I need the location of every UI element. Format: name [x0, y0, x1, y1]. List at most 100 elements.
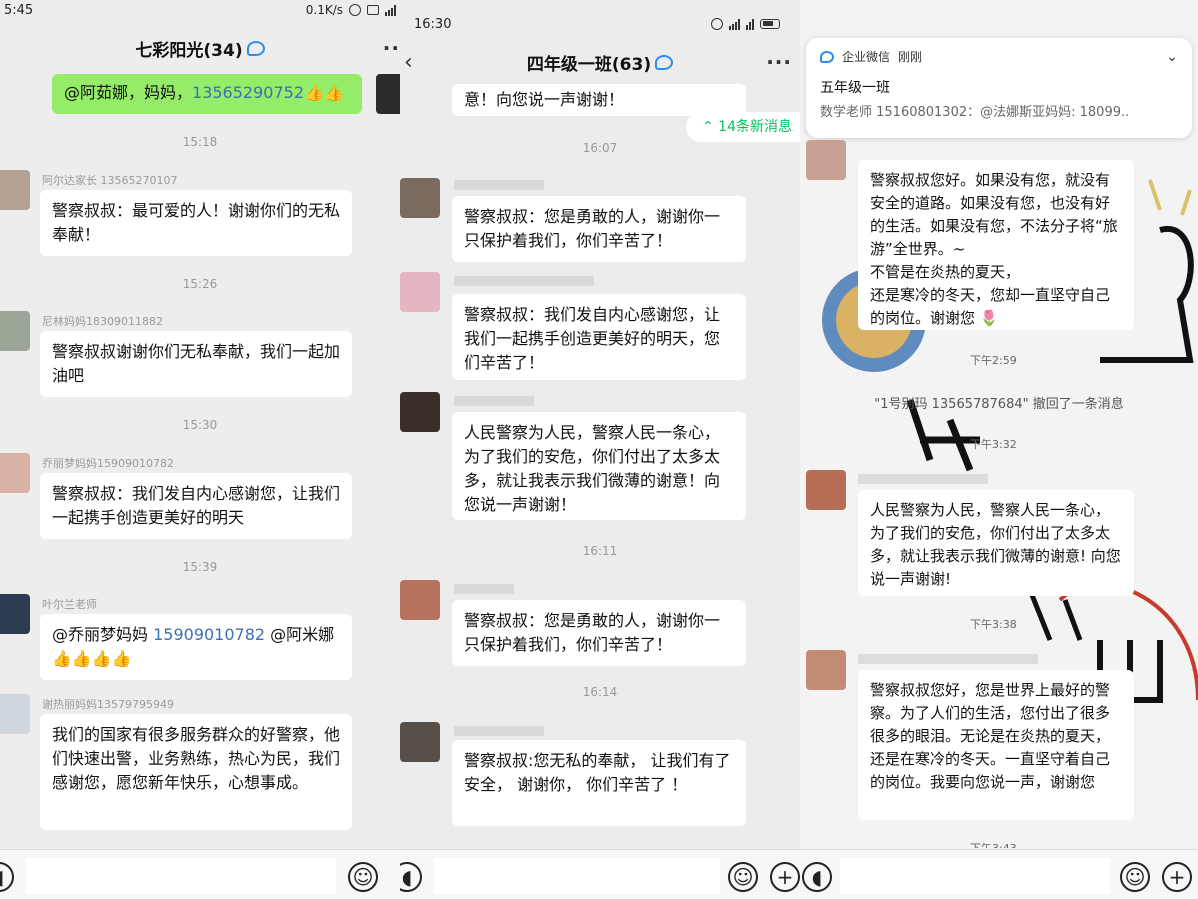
new-messages-button[interactable]: ⌃ 14条新消息: [685, 112, 800, 142]
chat-title: 七彩阳光(34): [135, 40, 243, 61]
back-icon[interactable]: ‹: [404, 50, 413, 75]
sender-name-redacted: [858, 474, 988, 484]
message-input[interactable]: [434, 858, 720, 894]
avatar[interactable]: [0, 311, 30, 351]
sender-name-redacted: [454, 276, 594, 286]
sender-name: 谢热丽妈妈13579795949: [42, 698, 174, 711]
emoji-icon[interactable]: ☺: [728, 862, 758, 892]
timestamp: 15:18: [182, 135, 218, 149]
mention-text: @阿米娜: [265, 625, 335, 644]
screenshot-collage: 5:45 0.1K/s 七彩阳光(34) ·· @阿茹娜，妈妈，13565290…: [0, 0, 1198, 899]
avatar[interactable]: [400, 722, 440, 762]
avatar[interactable]: [806, 650, 846, 690]
notification-text: 数学老师 15160801302：@法娜斯亚妈妈: 18099..: [820, 105, 1130, 120]
status-time: 5:45: [4, 2, 34, 18]
wecom-icon: [820, 50, 834, 63]
wifi-icon: [746, 18, 754, 30]
thumbs-up-emoji: 👍👍👍👍: [52, 649, 132, 668]
timestamp: 下午2:59: [970, 354, 1017, 367]
voice-icon[interactable]: ◖: [802, 862, 832, 892]
message-input[interactable]: [840, 858, 1110, 894]
signal-icon: [729, 18, 740, 30]
status-time: 16:30: [414, 16, 452, 32]
recall-notice: "1号别玛 13565787684" 撤回了一条消息: [874, 397, 1124, 412]
mention-text: @乔丽梦妈妈: [52, 625, 154, 644]
notification-time: 刚刚: [898, 50, 923, 64]
notification-group: 五年级一班: [820, 80, 890, 96]
sender-name: 乔丽梦妈妈15909010782: [42, 457, 174, 470]
message-bubble[interactable]: 人民警察为人民，警察人民一条心，为了我们的安危，你们付出了太多太多，就让我表示我…: [452, 412, 746, 520]
sender-name-redacted: [454, 584, 514, 594]
message-input[interactable]: [26, 858, 336, 894]
plus-icon[interactable]: +: [770, 862, 800, 892]
avatar[interactable]: [376, 74, 400, 114]
chat-group-icon: [246, 40, 265, 56]
hd-icon: [367, 5, 379, 15]
input-bar: ◖ ☺ +: [800, 849, 1198, 899]
avatar[interactable]: [400, 392, 440, 432]
message-bubble[interactable]: @乔丽梦妈妈 15909010782 @阿米娜 👍👍👍👍: [40, 614, 352, 680]
timestamp: 16:14: [582, 685, 618, 699]
sender-name-redacted: [858, 654, 1038, 664]
sender-name-redacted: [454, 396, 534, 406]
chevron-down-icon[interactable]: ⌄: [1166, 49, 1178, 65]
timestamp: 下午3:38: [970, 618, 1017, 631]
message-bubble[interactable]: 警察叔叔：我们发自内心感谢您，让我们一起携手创造更美好的明天: [40, 473, 352, 539]
phone-link[interactable]: 13565290752: [192, 83, 304, 102]
chat-title-bar: ‹ 四年级一班(63) ···: [400, 44, 800, 80]
sender-name-redacted: [454, 726, 544, 736]
chat-group-icon: [655, 54, 674, 70]
timestamp: 下午3:32: [970, 438, 1017, 451]
message-bubble[interactable]: 警察叔叔：我们发自内心感谢您，让我们一起携手创造更美好的明天，您们辛苦了！: [452, 294, 746, 380]
message-bubble[interactable]: 警察叔叔您好，您是世界上最好的警察。为了人们的生活，您付出了很多很多的眼泪。无论…: [858, 670, 1134, 820]
outgoing-message[interactable]: @阿茹娜，妈妈，13565290752👍👍: [52, 74, 362, 114]
avatar[interactable]: [806, 140, 846, 180]
avatar[interactable]: [806, 470, 846, 510]
notification-app: 企业微信: [842, 50, 891, 64]
chat-title: 四年级一班(63): [526, 54, 652, 75]
sender-name: 尼林妈妈18309011882: [42, 315, 163, 328]
message-bubble[interactable]: 警察叔叔：最可爱的人！谢谢你们的无私奉献！: [40, 190, 352, 256]
sender-name-redacted: [454, 180, 544, 190]
more-icon[interactable]: ···: [766, 50, 792, 74]
timestamp: 15:39: [182, 560, 218, 574]
avatar[interactable]: [0, 594, 30, 634]
status-bar: 16:30: [400, 14, 800, 34]
message-bubble[interactable]: 警察叔叔您好。如果没有您，就没有安全的道路。如果没有您，也没有好的生活。如果没有…: [858, 160, 1134, 330]
avatar[interactable]: [400, 272, 440, 312]
new-messages-label: 14条新消息: [718, 119, 792, 135]
voice-icon[interactable]: ◖: [0, 862, 14, 892]
message-bubble[interactable]: 警察叔叔:您无私的奉献， 让我们有了安全， 谢谢你， 你们辛苦了 ！: [452, 740, 746, 826]
avatar[interactable]: [400, 178, 440, 218]
battery-icon: [760, 19, 780, 29]
emoji-icon[interactable]: ☺: [1120, 862, 1150, 892]
more-icon[interactable]: ··: [383, 36, 400, 60]
status-bar: 5:45 0.1K/s: [0, 0, 400, 20]
chat-panel-qicai: 5:45 0.1K/s 七彩阳光(34) ·· @阿茹娜，妈妈，13565290…: [0, 0, 400, 899]
emoji-icon[interactable]: ☺: [348, 862, 378, 892]
timestamp: 15:26: [182, 277, 218, 291]
voice-icon[interactable]: ◖: [400, 862, 422, 892]
avatar[interactable]: [0, 170, 30, 210]
input-bar: ◖ ☺ +: [400, 849, 800, 899]
phone-link[interactable]: 15909010782: [153, 625, 265, 644]
message-bubble[interactable]: 警察叔叔：您是勇敢的人，谢谢你一只保护着我们，你们辛苦了！: [452, 600, 746, 666]
avatar[interactable]: [0, 694, 30, 734]
input-bar: ◖ ☺: [0, 849, 400, 899]
message-bubble[interactable]: 我们的国家有很多服务群众的好警察，他们快速出警，业务熟练，热心为民，我们感谢您，…: [40, 714, 352, 830]
message-bubble[interactable]: 警察叔叔：您是勇敢的人，谢谢你一只保护着我们，你们辛苦了！: [452, 196, 746, 262]
timestamp: 16:07: [582, 141, 618, 155]
message-bubble[interactable]: 人民警察为人民，警察人民一条心，为了我们的安危，你们付出了太多太多，就让我表示我…: [858, 490, 1134, 596]
plus-icon[interactable]: +: [1162, 862, 1192, 892]
timestamp: 下午3:43: [970, 840, 1017, 848]
chat-panel-grade5: 企业微信 刚刚 ⌄ 五年级一班 数学老师 15160801302：@法娜斯亚妈妈…: [800, 0, 1198, 899]
thumbs-up-emoji: 👍👍: [304, 83, 344, 102]
avatar[interactable]: [400, 580, 440, 620]
message-bubble[interactable]: 警察叔叔谢谢你们无私奉献，我们一起加油吧: [40, 331, 352, 397]
avatar[interactable]: [0, 453, 30, 493]
alarm-icon: [349, 4, 361, 16]
mention-text: @阿茹娜，妈妈，: [64, 83, 193, 102]
wecom-notification[interactable]: 企业微信 刚刚 ⌄ 五年级一班 数学老师 15160801302：@法娜斯亚妈妈…: [806, 38, 1192, 138]
chat-panel-grade4: 16:30 ‹ 四年级一班(63) ··· 意！向您说一声谢谢！ ⌃ 14条新消…: [400, 0, 800, 899]
timestamp: 15:30: [182, 418, 218, 432]
